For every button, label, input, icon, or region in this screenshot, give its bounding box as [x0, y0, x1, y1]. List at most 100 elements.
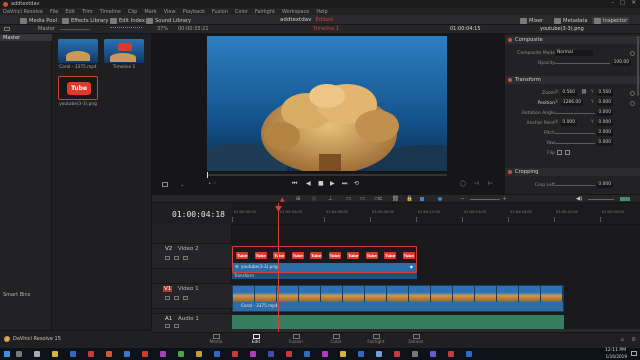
in-out-icon[interactable]: ⊣: [474, 181, 479, 187]
current-bin-label[interactable]: Master: [38, 26, 55, 32]
composite-enable-icon[interactable]: [508, 38, 512, 42]
taskbar-app-icon[interactable]: [358, 351, 364, 357]
minimize-button[interactable]: –: [611, 0, 614, 6]
media-pool-button[interactable]: Media Pool: [20, 17, 57, 24]
flip-vertical-icon[interactable]: [565, 150, 570, 155]
taskbar-app-icon[interactable]: [466, 351, 472, 357]
insert-clip-icon[interactable]: ▭: [346, 196, 351, 202]
auto-select-icon[interactable]: [174, 256, 179, 260]
track-name-v2[interactable]: Video 2: [178, 246, 199, 252]
taskbar-app-icon[interactable]: [142, 351, 148, 357]
viewer-frame[interactable]: [207, 36, 447, 171]
loop-button[interactable]: ⟲: [354, 180, 359, 187]
anchor-y-value[interactable]: 0.000: [597, 120, 613, 126]
taskbar-app-icon[interactable]: [340, 351, 346, 357]
menu-item-playback[interactable]: Playback: [183, 9, 205, 15]
notification-icon[interactable]: [631, 351, 637, 356]
menu-item-mark[interactable]: Mark: [144, 9, 156, 15]
viewer-crop-icon[interactable]: [162, 182, 168, 187]
position-x-value[interactable]: -1286.00: [561, 100, 583, 106]
taskbar-app-icon[interactable]: [178, 351, 184, 357]
clip-size-slider[interactable]: [60, 29, 90, 30]
inspector-scrollbar[interactable]: [637, 36, 639, 96]
zoom-x-value[interactable]: 0.560: [561, 90, 577, 96]
stop-button[interactable]: ■: [318, 180, 324, 187]
taskbar-app-icon[interactable]: [394, 351, 400, 357]
reset-icon[interactable]: [630, 51, 635, 56]
yaw-slider[interactable]: [555, 143, 595, 144]
clip-thumbnail-timeline[interactable]: [104, 39, 144, 63]
menu-item-workspace[interactable]: Workspace: [282, 9, 309, 15]
cropping-enable-icon[interactable]: [508, 170, 512, 174]
auto-select-icon[interactable]: [174, 296, 179, 300]
position-y-value[interactable]: 0.000: [597, 100, 613, 106]
linked-selection-icon[interactable]: ⛓: [392, 196, 399, 202]
timeline-zoom-out-icon[interactable]: −: [460, 196, 465, 202]
menu-item-clip[interactable]: Clip: [128, 9, 137, 15]
audio-meter-icon[interactable]: [620, 197, 630, 201]
pitch-value[interactable]: 0.000: [597, 130, 613, 136]
transform-enable-icon[interactable]: [508, 78, 512, 82]
menu-item-trim[interactable]: Trim: [82, 9, 93, 15]
taskbar-app-icon[interactable]: [70, 351, 76, 357]
inspector-button[interactable]: Inspector: [592, 17, 630, 24]
timeline-timecode[interactable]: 01:00:04:18: [172, 210, 225, 219]
go-to-start-button[interactable]: ⏮: [292, 180, 297, 188]
taskbar-app-icon[interactable]: [106, 351, 112, 357]
taskbar-app-icon[interactable]: [430, 351, 436, 357]
snapping-icon[interactable]: ⊂: [378, 196, 383, 202]
edit-index-button[interactable]: Edit Index: [110, 17, 145, 24]
bin-master[interactable]: Master: [3, 35, 20, 41]
page-tab-fusion[interactable]: Fusion: [276, 334, 316, 348]
flag-icon[interactable]: [420, 197, 424, 201]
transform-keyframe-lane[interactable]: Transform: [232, 273, 417, 279]
taskbar-app-icon[interactable]: [376, 351, 382, 357]
taskbar-app-icon[interactable]: [196, 351, 202, 357]
menu-item-timeline[interactable]: Timeline: [100, 9, 121, 15]
play-button[interactable]: ▶: [330, 180, 335, 187]
playhead[interactable]: [278, 203, 279, 332]
sound-library-button[interactable]: Sound Library: [146, 17, 191, 24]
marker-icon[interactable]: [438, 197, 442, 201]
timeline-zoom-in-icon[interactable]: +: [502, 196, 507, 202]
viewer-dropdown-icon[interactable]: ⌄: [180, 182, 185, 188]
menu-item-help[interactable]: Help: [316, 9, 327, 15]
home-icon[interactable]: ⌂: [621, 337, 625, 343]
clip-youtube-png[interactable]: Tube Tube Tube Tube Tube Tube Tube Tube Tube Tube…: [232, 246, 417, 273]
taskbar-app-icon[interactable]: [16, 351, 22, 357]
view-options-icons[interactable]: [110, 27, 142, 31]
viewer-options-icon[interactable]: • ◦: [208, 181, 216, 187]
viewer-scrubber[interactable]: [207, 172, 447, 178]
position-lock-icon[interactable]: 🔒: [406, 196, 413, 202]
page-tab-media[interactable]: Media: [196, 334, 236, 348]
track-visibility-icon[interactable]: [183, 296, 188, 300]
pitch-slider[interactable]: [555, 133, 595, 134]
page-tab-deliver[interactable]: Deliver: [396, 334, 436, 348]
composite-section-header[interactable]: Composite: [505, 36, 640, 44]
timeline-zoom-slider[interactable]: [470, 199, 500, 200]
taskbar-app-icon[interactable]: [322, 351, 328, 357]
mute-icon[interactable]: [174, 324, 179, 328]
trim-tool-icon[interactable]: ⊞: [296, 196, 301, 202]
reset-icon[interactable]: [630, 91, 635, 96]
taskbar-app-icon[interactable]: [232, 351, 238, 357]
anchor-x-value[interactable]: 0.000: [561, 120, 577, 126]
volume-slider[interactable]: [588, 199, 614, 200]
timeline-ruler[interactable]: 01:00:00:00 01:00:03:00 01:00:06:00 01:00:0…: [232, 203, 640, 332]
menu-item-color[interactable]: Color: [235, 9, 248, 15]
track-name-a1[interactable]: Audio 1: [178, 316, 199, 322]
mixer-button[interactable]: Mixer: [520, 17, 543, 24]
cropping-section-header[interactable]: Cropping: [505, 168, 640, 176]
smart-bins-label[interactable]: Smart Bins: [3, 292, 30, 298]
opacity-slider[interactable]: [555, 63, 610, 64]
maximize-button[interactable]: □: [620, 0, 625, 6]
close-button[interactable]: ✕: [631, 0, 636, 6]
opacity-value[interactable]: 100.00: [613, 60, 631, 66]
taskbar-app-icon[interactable]: [448, 351, 454, 357]
link-icon[interactable]: ⛓: [581, 90, 587, 95]
menu-item-resolve[interactable]: DaVinci Resolve: [3, 9, 43, 15]
reverse-play-button[interactable]: ◀: [306, 180, 311, 187]
taskbar-app-icon[interactable]: [286, 351, 292, 357]
taskbar-app-icon[interactable]: [124, 351, 130, 357]
clip-thumbnail-youtube[interactable]: Tube: [58, 76, 98, 100]
